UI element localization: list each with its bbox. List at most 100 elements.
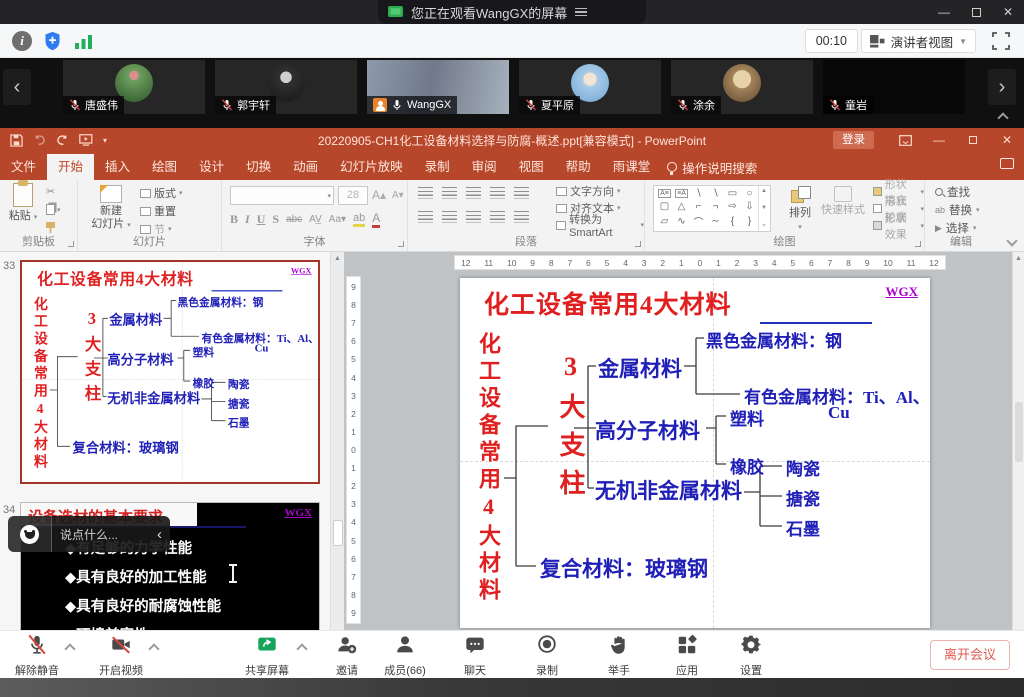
scrollbar-thumb[interactable] [1015, 402, 1023, 462]
share-screen-button[interactable]: 共享屏幕 [238, 634, 296, 678]
ppt-restore-button[interactable] [956, 128, 990, 152]
tab-help[interactable]: 帮助 [555, 154, 602, 180]
curve-shape-icon[interactable]: ∼ [711, 216, 719, 227]
scribble-shape-icon[interactable]: ∿ [677, 216, 685, 227]
qat-customize-icon[interactable]: ▾ [103, 136, 107, 145]
scroll-right-button[interactable]: › [988, 69, 1016, 105]
slide-canvas[interactable]: 化工设备常用4大材料 WGX 化工设备常用4大材料 3大支柱 金属材料 黑色金属… [460, 278, 930, 628]
invite-button[interactable]: 邀请 [318, 634, 376, 678]
members-button[interactable]: 成员(66) [376, 634, 434, 678]
view-mode-selector[interactable]: 演讲者视图 ▼ [861, 29, 976, 53]
login-button[interactable]: 登录 [833, 131, 874, 149]
layout-button[interactable]: 版式▾ [140, 186, 183, 200]
justify-icon[interactable] [490, 211, 505, 223]
security-shield-icon[interactable] [42, 30, 63, 52]
new-slide-button[interactable]: 新建 幻灯片 ▾ [88, 183, 134, 237]
network-signal-icon[interactable] [74, 33, 94, 49]
decrease-indent-icon[interactable] [466, 187, 481, 199]
participant-tile[interactable]: 夏平原 [519, 60, 661, 114]
redo-icon[interactable] [56, 134, 69, 147]
collapse-ribbon-icon[interactable] [1006, 235, 1017, 246]
find-button[interactable]: 查找 [935, 185, 980, 199]
participant-tile-presenter[interactable]: WangGX [367, 60, 509, 114]
dialog-launcher-icon[interactable] [915, 241, 921, 247]
shape-effects-button[interactable]: 形状效果▾ [873, 219, 924, 232]
rectangle-shape-icon[interactable]: ▭ [728, 188, 737, 199]
mic-options-icon[interactable] [64, 643, 75, 654]
record-button[interactable]: 录制 [518, 634, 576, 678]
font-name-combobox[interactable]: ▾ [230, 186, 334, 205]
arc-shape-icon[interactable]: ⌒ [694, 214, 704, 229]
font-size-combobox[interactable]: 28 [338, 186, 368, 205]
align-center-icon[interactable] [442, 211, 457, 223]
increase-indent-icon[interactable] [490, 187, 505, 199]
triangle-shape-icon[interactable]: △ [678, 201, 686, 212]
smartart-button[interactable]: 转换为SmartArt▾ [556, 218, 644, 232]
tab-home[interactable]: 开始 [47, 154, 94, 180]
dialog-launcher-icon[interactable] [68, 241, 74, 247]
gallery-scrollbar[interactable]: ▲▼▿ [758, 186, 769, 231]
window-minimize-button[interactable]: — [928, 0, 960, 24]
share-options-icon[interactable] [296, 643, 307, 654]
tab-transitions[interactable]: 切换 [235, 154, 282, 180]
textbox-shape-icon[interactable]: A≡ [658, 189, 671, 198]
tab-review[interactable]: 审阅 [461, 154, 508, 180]
paste-button[interactable]: 粘贴 ▾ [5, 183, 41, 237]
strikethrough-icon[interactable]: abc [286, 214, 302, 225]
info-icon[interactable]: i [12, 31, 32, 51]
highlight-color-icon[interactable]: ab [353, 212, 365, 227]
scroll-up-icon[interactable]: ▲ [331, 252, 344, 262]
apps-button[interactable]: 应用 [658, 634, 716, 678]
replace-button[interactable]: ab替换▾ [935, 203, 980, 217]
elbow-shape-icon[interactable]: ⌐ [696, 201, 702, 212]
slideshow-icon[interactable] [79, 134, 93, 146]
text-direction-button[interactable]: 文字方向▾ [556, 184, 644, 198]
tab-record[interactable]: 录制 [414, 154, 461, 180]
bold-icon[interactable]: B [230, 212, 238, 227]
tab-draw[interactable]: 绘图 [141, 154, 188, 180]
columns-icon[interactable] [514, 211, 529, 223]
font-color-icon[interactable]: A [372, 211, 380, 228]
change-case-icon[interactable]: Aa▾ [329, 214, 346, 225]
copy-button[interactable]: ▾ [46, 202, 61, 217]
char-spacing-icon[interactable]: AV̲ [309, 214, 322, 225]
freeform-shape-icon[interactable]: ▱ [661, 216, 669, 227]
tab-slideshow[interactable]: 幻灯片放映 [329, 154, 414, 180]
window-close-button[interactable]: ✕ [992, 0, 1024, 24]
tab-insert[interactable]: 插入 [94, 154, 141, 180]
participant-tile[interactable]: 郭宇轩 [215, 60, 357, 114]
undo-icon[interactable] [33, 134, 46, 147]
scroll-up-icon[interactable]: ▲ [1013, 252, 1024, 262]
window-maximize-button[interactable] [960, 0, 992, 24]
shadow-icon[interactable]: S [272, 212, 279, 227]
settings-button[interactable]: 设置 [722, 634, 780, 678]
bullets-icon[interactable] [418, 187, 433, 199]
underline-icon[interactable]: U [257, 212, 266, 227]
comments-icon[interactable] [1000, 158, 1014, 169]
main-scrollbar[interactable]: ▲ [1012, 252, 1024, 630]
raise-hand-button[interactable]: 举手 [590, 634, 648, 678]
banner-menu-icon[interactable] [575, 8, 587, 17]
right-brace-shape-icon[interactable]: } [748, 216, 751, 227]
tab-rain-classroom[interactable]: 雨课堂 [602, 154, 662, 180]
arrange-button[interactable]: 排列▾ [781, 184, 819, 232]
reset-button[interactable]: 重置 [140, 204, 183, 218]
tab-view[interactable]: 视图 [508, 154, 555, 180]
tab-file[interactable]: 文件 [0, 154, 47, 180]
line-spacing-icon[interactable] [514, 187, 529, 199]
quick-styles-button[interactable]: 快速样式 [821, 184, 865, 216]
participant-tile[interactable]: 童岩 [823, 60, 965, 114]
participant-tile[interactable]: 涂余 [671, 60, 813, 114]
left-brace-shape-icon[interactable]: { [731, 216, 734, 227]
collapse-strip-icon[interactable] [997, 112, 1008, 123]
emoji-button[interactable] [8, 516, 52, 552]
shrink-font-icon[interactable]: A▾ [392, 190, 404, 201]
arrow-shape-icon[interactable]: ∖ [712, 188, 718, 199]
fullscreen-icon[interactable] [992, 32, 1010, 50]
align-right-icon[interactable] [466, 211, 481, 223]
oval-shape-icon[interactable]: ○ [746, 188, 752, 199]
right-arrow-shape-icon[interactable]: ⇨ [728, 201, 736, 212]
italic-icon[interactable]: I [245, 212, 250, 227]
tab-animations[interactable]: 动画 [282, 154, 329, 180]
dialog-launcher-icon[interactable] [398, 241, 404, 247]
